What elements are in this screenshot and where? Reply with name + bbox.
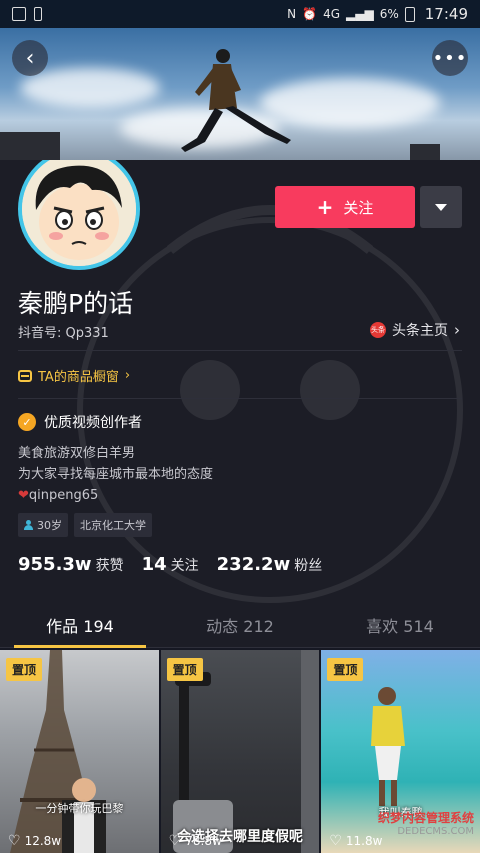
shop-icon <box>18 369 32 382</box>
divider <box>18 350 462 351</box>
profile-tabs: 作品 194 动态 212 喜欢 514 <box>0 608 480 648</box>
divider <box>18 398 462 399</box>
douyin-id: 抖音号: Qp331 <box>18 326 109 341</box>
cover-photo <box>0 28 480 160</box>
signal-icon: ▂▄▆ <box>346 7 374 21</box>
verified-check-icon: ✓ <box>18 413 36 431</box>
profile-section: + 关注 秦鹏P的话 抖音号: Qp331 头条 头条主页 › TA的商品橱窗 … <box>0 160 480 648</box>
bio-line: ❤qinpeng65 <box>18 488 99 503</box>
nfc-icon: N <box>287 7 297 21</box>
video-likes: ♡ 11.8w <box>329 833 383 849</box>
following-stat[interactable]: 14 关注 <box>142 554 199 575</box>
profile-stats: 955.3w 获赞 14 关注 232.2w 粉丝 <box>18 554 322 575</box>
video-thumbnail[interactable]: 置顶 一分钟带你玩巴黎 ♡ 12.8w <box>0 650 159 853</box>
profile-tags: 30岁 北京化工大学 <box>18 513 152 537</box>
pinned-badge: 置顶 <box>6 658 43 681</box>
heart-icon: ❤ <box>18 488 29 503</box>
bio-line: 美食旅游双修白羊男 <box>18 446 136 461</box>
heart-outline-icon: ♡ <box>8 833 21 849</box>
follow-button[interactable]: + 关注 <box>275 186 415 228</box>
follow-label: 关注 <box>343 198 374 217</box>
video-thumbnail[interactable]: 置顶 我叫秦鹏 ♡ 11.8w 织梦内容管理系统 DEDECMS.COM <box>321 650 480 853</box>
back-button[interactable]: ‹ <box>12 40 48 76</box>
video-thumbnail[interactable]: 置顶 会选择去哪里度假呢 ♡ 78.8w <box>160 650 320 853</box>
battery-icon <box>404 6 415 22</box>
site-watermark: 织梦内容管理系统 DEDECMS.COM <box>378 811 475 837</box>
plus-icon: + <box>316 195 334 219</box>
heart-outline-icon: ♡ <box>168 833 182 849</box>
pinned-badge: 置顶 <box>327 658 364 681</box>
alarm-icon: ⏰ <box>302 7 318 21</box>
bio-line: 为大家寻找每座城市最本地的态度 <box>18 467 214 482</box>
profile-name: 秦鹏P的话 <box>18 289 134 318</box>
toutiao-logo-icon: 头条 <box>370 322 386 338</box>
bio: 美食旅游双修白羊男 为大家寻找每座城市最本地的态度 ❤qinpeng65 <box>18 443 213 506</box>
battery-percent: 6% <box>379 7 399 21</box>
creator-badge: ✓ 优质视频创作者 <box>18 412 142 432</box>
followers-stat[interactable]: 232.2w 粉丝 <box>217 554 323 575</box>
creator-label: 优质视频创作者 <box>44 415 142 431</box>
status-bar: N ⏰ 4G ▂▄▆ 6% 17:49 <box>0 0 480 28</box>
likes-stat[interactable]: 955.3w 获赞 <box>18 554 124 575</box>
person-icon <box>24 520 33 530</box>
recommend-dropdown-button[interactable] <box>420 186 462 228</box>
chevron-right-icon: › <box>124 368 131 383</box>
clock: 17:49 <box>424 5 468 23</box>
tab-works[interactable]: 作品 194 <box>0 608 160 648</box>
triangle-down-icon <box>435 203 447 211</box>
video-likes: ♡ 12.8w <box>8 833 62 849</box>
tab-posts[interactable]: 动态 212 <box>160 608 320 647</box>
pinned-badge: 置顶 <box>166 658 203 681</box>
video-likes: ♡ 78.8w <box>168 833 222 849</box>
gallery-notification-icon <box>12 7 26 21</box>
school-tag: 北京化工大学 <box>74 513 152 537</box>
toutiao-label: 头条主页 <box>392 323 448 339</box>
shop-window-link[interactable]: TA的商品橱窗 › <box>18 366 130 385</box>
heart-outline-icon: ♡ <box>329 833 342 849</box>
alert-notification-icon <box>34 7 42 21</box>
age-tag: 30岁 <box>18 513 68 537</box>
tab-likes[interactable]: 喜欢 514 <box>320 608 480 647</box>
video-caption: 一分钟带你玩巴黎 <box>35 802 124 815</box>
more-options-button[interactable]: ••• <box>432 40 468 76</box>
network-type: 4G <box>323 7 341 21</box>
chevron-right-icon: › <box>454 321 460 339</box>
jumping-man-photo <box>181 49 291 152</box>
shop-label: TA的商品橱窗 <box>38 370 119 385</box>
toutiao-homepage-link[interactable]: 头条 头条主页 › <box>370 320 460 340</box>
video-grid: 置顶 一分钟带你玩巴黎 ♡ 12.8w 置顶 会选择去哪里度假呢 ♡ 78.8w… <box>0 650 480 853</box>
